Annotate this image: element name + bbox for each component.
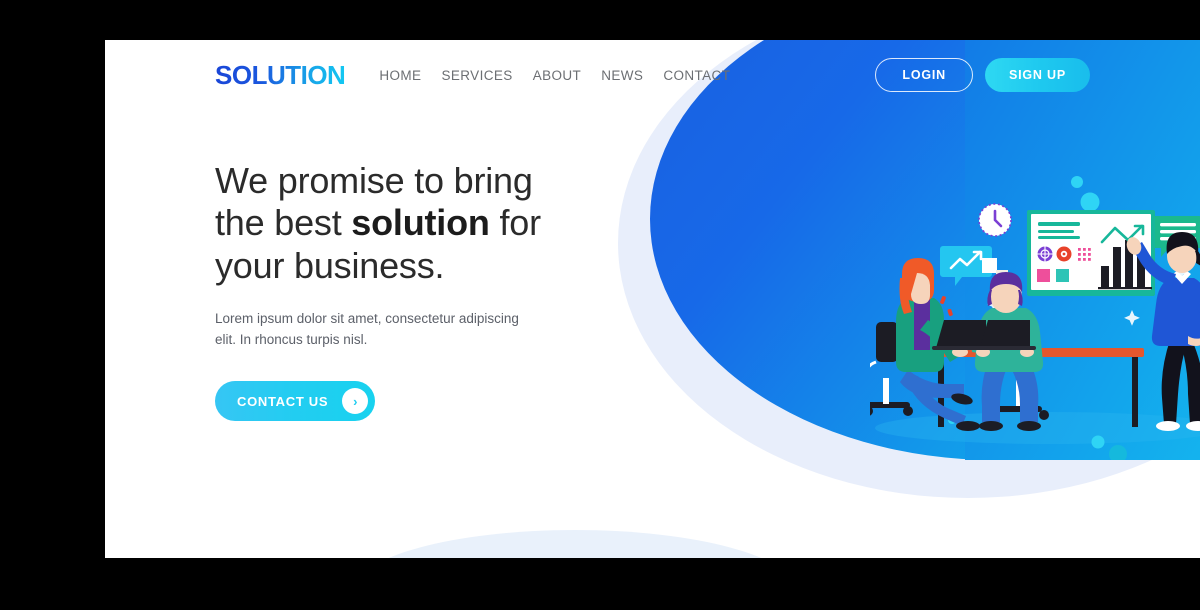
hero-content: We promise to bring the best solution fo… [215, 160, 575, 422]
contact-us-label: CONTACT US [237, 393, 329, 409]
nav-item-about[interactable]: ABOUT [523, 62, 592, 89]
board-icon-square-teal [1056, 269, 1069, 282]
site-header: SOLUTION HOME SERVICES ABOUT NEWS CONTAC… [105, 40, 1200, 110]
auth-buttons: LOGIN SIGN UP [875, 58, 1090, 92]
nav-item-news[interactable]: NEWS [591, 62, 653, 89]
board-text-line-1 [1038, 222, 1080, 226]
nav-item-contact[interactable]: CONTACT [653, 62, 740, 89]
arrow-right-icon: › [342, 388, 369, 415]
signup-button[interactable]: SIGN UP [985, 58, 1090, 92]
headline-emphasis: solution [351, 202, 490, 244]
board-icon-square-pink [1037, 269, 1050, 282]
login-button[interactable]: LOGIN [875, 58, 973, 92]
decoration-circle-large-top [1080, 192, 1100, 212]
hero-illustration [862, 170, 1200, 465]
clock-icon [978, 203, 1012, 237]
hero-headline: We promise to bring the best solution fo… [215, 160, 575, 287]
board-icon-dot-grid [1078, 248, 1091, 261]
decoration-circle-bottom-left [1091, 435, 1105, 449]
decoration-circle-small-top [1071, 176, 1083, 188]
float-square-white [982, 258, 997, 273]
nav-item-home[interactable]: HOME [369, 62, 431, 89]
landing-page: SOLUTION HOME SERVICES ABOUT NEWS CONTAC… [105, 40, 1200, 558]
contact-us-button[interactable]: CONTACT US › [215, 381, 376, 422]
board-text-line-3 [1038, 236, 1080, 239]
main-navigation: HOME SERVICES ABOUT NEWS CONTACT [369, 62, 740, 89]
chair-back-left [876, 322, 898, 362]
board-text-line-2 [1038, 230, 1074, 233]
board-chart-axis [1098, 287, 1152, 290]
hero-subtext: Lorem ipsum dolor sit amet, consectetur … [215, 311, 519, 348]
nav-item-services[interactable]: SERVICES [431, 62, 522, 89]
decoration-circle-bottom-right [1109, 445, 1127, 463]
bottom-wave-decoration [355, 530, 795, 558]
site-logo[interactable]: SOLUTION [215, 60, 346, 91]
